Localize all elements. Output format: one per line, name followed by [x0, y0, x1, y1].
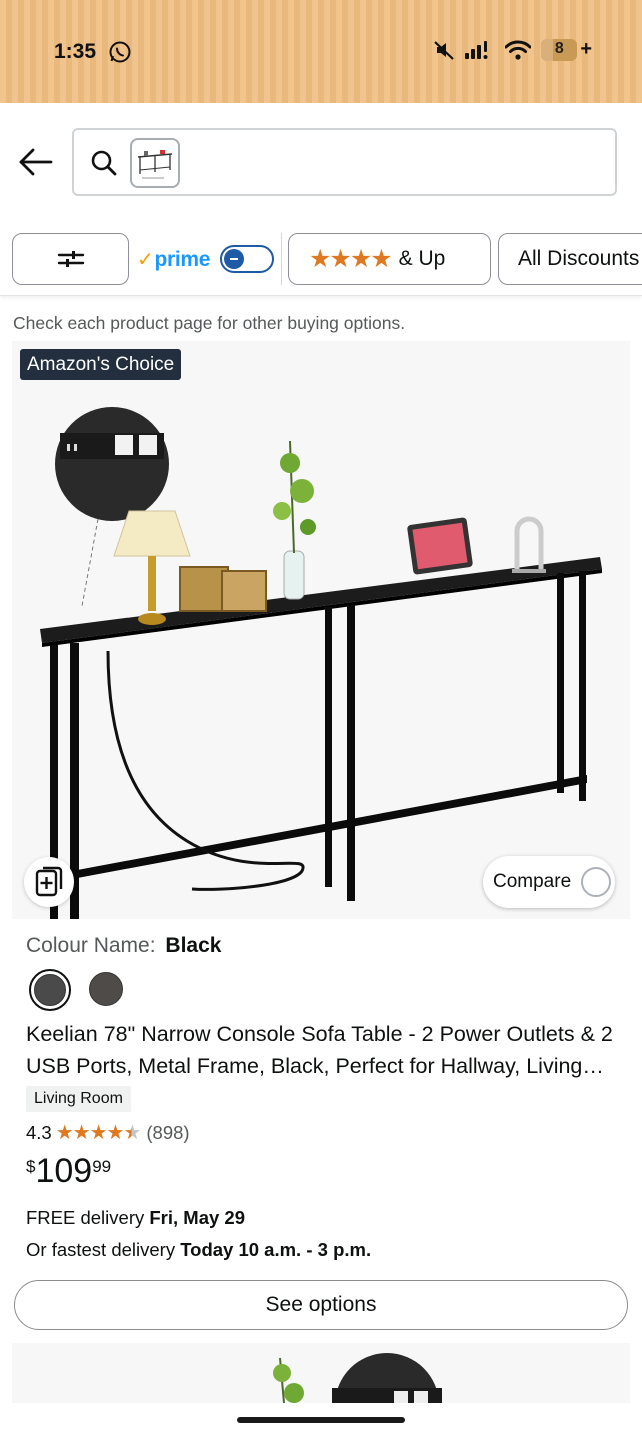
all-discounts-filter[interactable]: All Discounts — [498, 233, 642, 285]
filter-divider — [281, 233, 282, 285]
buying-options-note: Check each product page for other buying… — [13, 313, 406, 333]
rating-count: (898) — [146, 1121, 190, 1143]
product-title[interactable]: Keelian 78" Narrow Console Sofa Table - … — [26, 1018, 622, 1082]
star-rating-icon: ★★★★★ — [55, 1122, 142, 1144]
delivery-date: Fri, May 29 — [149, 1207, 246, 1228]
fastest-delivery-line: Or fastest delivery Today 10 a.m. - 3 p.… — [26, 1239, 372, 1260]
battery-indicator: 8 + — [541, 38, 592, 61]
product-image-area[interactable]: Amazon's Choice Compare — [12, 341, 630, 919]
colour-value: Black — [165, 934, 222, 957]
product-image[interactable] — [12, 381, 630, 919]
whatsapp-icon — [109, 41, 131, 63]
colour-name-row: Colour Name: Black — [26, 934, 221, 958]
colour-swatch-alt[interactable] — [89, 972, 123, 1006]
add-to-list-button[interactable] — [24, 857, 74, 907]
colour-label: Colour Name: — [26, 934, 156, 957]
charging-plus-icon: + — [580, 38, 592, 60]
stars-up-label: & Up — [398, 247, 446, 270]
compare-label: Compare — [493, 871, 572, 892]
price-whole: 109 — [35, 1152, 93, 1190]
status-time: 1:35 — [54, 40, 97, 63]
search-icon — [91, 150, 117, 176]
battery-level: 8 — [554, 39, 564, 57]
mute-icon — [434, 40, 455, 60]
next-product-image — [273, 1353, 442, 1403]
search-header — [0, 103, 642, 220]
rating-value: 4.3 — [26, 1121, 52, 1143]
battery-icon: 8 — [541, 38, 578, 61]
home-indicator[interactable] — [237, 1417, 405, 1423]
four-stars-up-filter[interactable]: ★★★★ & Up — [288, 233, 491, 285]
table-thumbnail-icon — [137, 150, 173, 179]
filter-bar: ✓prime ★★★★ & Up All Discounts — [0, 220, 642, 296]
search-input[interactable] — [72, 128, 617, 196]
free-delivery-line: FREE delivery Fri, May 29 — [26, 1207, 246, 1228]
amazons-choice-badge: Amazon's Choice — [20, 349, 182, 380]
prime-toggle[interactable] — [220, 245, 275, 273]
toggle-knob — [224, 249, 245, 269]
category-tag: Living Room — [26, 1086, 131, 1112]
status-indicators: 8 + — [433, 38, 592, 61]
prime-filter[interactable]: ✓prime — [137, 245, 275, 273]
all-discounts-label: All Discounts — [518, 247, 640, 270]
filter-button[interactable] — [12, 233, 129, 285]
sliders-icon — [57, 251, 84, 267]
fastest-delivery-window: Today 10 a.m. - 3 p.m. — [180, 1239, 372, 1260]
add-to-list-icon — [35, 866, 63, 897]
see-options-button[interactable]: See options — [14, 1280, 628, 1330]
four-stars-icon: ★★★★ — [309, 245, 393, 273]
wifi-icon — [505, 40, 532, 60]
colour-swatch-black-selected[interactable] — [29, 969, 71, 1011]
status-bar: 1:35 8 + — [0, 0, 642, 103]
signal-icon — [465, 40, 488, 59]
product-card[interactable]: Amazon's Choice Compare Colour Name: Bla… — [12, 341, 630, 1331]
next-product-card[interactable] — [12, 1343, 630, 1403]
prime-logo: ✓prime — [137, 247, 211, 271]
back-arrow-icon[interactable] — [18, 147, 54, 177]
price-symbol: $ — [26, 1157, 36, 1176]
price-fraction: 99 — [92, 1157, 112, 1176]
compare-checkbox[interactable] — [581, 867, 612, 897]
compare-toggle[interactable]: Compare — [483, 856, 615, 908]
image-search-thumbnail[interactable] — [130, 138, 180, 188]
rating-row[interactable]: 4.3 ★★★★★ (898) — [26, 1120, 190, 1145]
price: $ 109 99 — [26, 1151, 111, 1191]
swatch-fill — [34, 974, 66, 1006]
